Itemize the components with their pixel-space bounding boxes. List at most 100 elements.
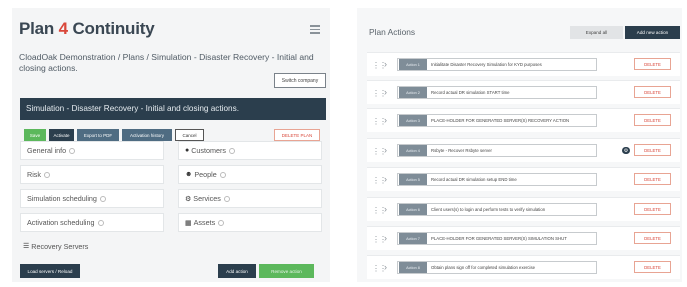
- app-root: Plan 4 Continuity CloadOak Demonstration…: [0, 0, 687, 287]
- chevron-right-icon[interactable]: ›: [384, 174, 387, 184]
- action-field[interactable]: Action 3 PLACE-HOLDER FOR GENERATED SERV…: [397, 114, 597, 127]
- customers-label: Customers: [191, 146, 226, 155]
- info-icon: [218, 219, 225, 226]
- services-label: Services: [193, 194, 221, 203]
- gear-icon[interactable]: ⚙: [622, 147, 630, 154]
- activation-scheduling-label: Activation scheduling: [27, 218, 95, 227]
- action-field[interactable]: Action 5 Record actual DR simulation set…: [397, 173, 597, 186]
- action-row: ⋮⋮ › Action 5 Record actual DR simulatio…: [367, 167, 680, 191]
- action-field[interactable]: Action 4 Rsbyte - Recover Rsbyte server: [397, 144, 597, 157]
- delete-action-button[interactable]: DELETE: [634, 173, 671, 185]
- people-label: People: [194, 170, 217, 179]
- recovery-servers-label: Recovery Servers: [31, 241, 89, 251]
- activation-history-button[interactable]: Activation history: [122, 129, 172, 141]
- expand-all-button[interactable]: Expand all: [570, 26, 623, 39]
- info-icon: [69, 147, 76, 154]
- action-number-tag: Action 2: [399, 87, 427, 98]
- export-pdf-button[interactable]: Export to PDF: [77, 129, 119, 141]
- action-number-tag: Action 8: [399, 262, 427, 273]
- assets-tile[interactable]: ▦ Assets: [178, 213, 322, 232]
- logo-prefix: Plan: [19, 19, 55, 38]
- customers-tile[interactable]: ● Customers: [178, 141, 322, 160]
- info-icon: [219, 171, 226, 178]
- delete-action-button[interactable]: DELETE: [634, 232, 671, 244]
- chevron-right-icon[interactable]: ›: [384, 87, 387, 97]
- action-row: ⋮⋮ › Action 2 Record actual DR simulatio…: [367, 80, 680, 104]
- action-description: Record actual DR simulation setup END ti…: [431, 177, 517, 182]
- action-row: ⋮⋮ › Action 3 PLACE-HOLDER FOR GENERATED…: [367, 108, 680, 132]
- action-row: ⋮⋮ › Action 6 Client users(s) to login a…: [367, 197, 680, 221]
- logo-suffix: Continuity: [72, 19, 155, 38]
- risk-tile[interactable]: Risk: [20, 165, 164, 184]
- recovery-servers-section[interactable]: ☰ Recovery Servers: [20, 237, 320, 255]
- action-number-tag: Action 1: [399, 59, 427, 70]
- general-info-label: General info: [27, 146, 67, 155]
- plan-actions-panel: Plan Actions Expand all Add new action ⋮…: [357, 8, 682, 282]
- delete-action-button[interactable]: DELETE: [634, 86, 671, 98]
- delete-action-button[interactable]: DELETE: [634, 261, 671, 273]
- map-marker-icon: ●: [185, 147, 190, 154]
- action-field[interactable]: Action 7 PLACE-HOLDER FOR GENERATED SERV…: [397, 232, 597, 245]
- delete-action-button[interactable]: DELETE: [634, 58, 671, 70]
- action-row: ⋮⋮ › Action 7 PLACE-HOLDER FOR GENERATED…: [367, 226, 680, 250]
- action-description: PLACE-HOLDER FOR GENERATED SERVER(S) SIM…: [431, 236, 567, 241]
- action-description: Record actual DR simulation START time: [431, 90, 510, 95]
- plan-toolbar: Save Activate Export to PDF Activation h…: [24, 129, 207, 141]
- building-icon: ▦: [185, 219, 192, 227]
- load-servers-button[interactable]: Load servers / Reload: [20, 264, 80, 278]
- activation-scheduling-tile[interactable]: Activation scheduling: [20, 213, 164, 232]
- chevron-right-icon[interactable]: ›: [384, 145, 387, 155]
- simulation-scheduling-label: Simulation scheduling: [27, 194, 97, 203]
- app-logo[interactable]: Plan 4 Continuity: [19, 19, 155, 39]
- simulation-header: Simulation - Disaster Recovery - Initial…: [20, 98, 326, 120]
- action-field[interactable]: Action 2 Record actual DR simulation STA…: [397, 86, 597, 99]
- action-field[interactable]: Action 1 Initialitate Disaster Recovery …: [397, 58, 597, 71]
- plan-actions-title: Plan Actions: [369, 27, 416, 37]
- delete-action-button[interactable]: DELETE: [634, 144, 671, 156]
- chevron-right-icon[interactable]: ›: [384, 115, 387, 125]
- chevron-right-icon[interactable]: ›: [384, 262, 387, 272]
- people-tile[interactable]: ☻ People: [178, 165, 322, 184]
- add-new-action-button[interactable]: Add new action: [625, 26, 680, 39]
- action-row: ⋮⋮ › Action 8 Obtain plans sign off for …: [367, 255, 680, 279]
- chevron-right-icon[interactable]: ›: [384, 59, 387, 69]
- hamburger-menu-icon[interactable]: [310, 25, 320, 36]
- remove-action-button[interactable]: Remove action: [259, 264, 314, 278]
- action-field[interactable]: Action 6 Client users(s) to login and pe…: [397, 203, 597, 216]
- save-button[interactable]: Save: [24, 129, 46, 141]
- delete-action-button[interactable]: DELETE: [634, 114, 671, 126]
- person-icon: ☻: [185, 171, 193, 178]
- action-description: Initialitate Disaster Recovery Simulatio…: [431, 62, 542, 67]
- chevron-right-icon[interactable]: ›: [384, 233, 387, 243]
- action-number-tag: Action 5: [399, 174, 427, 185]
- risk-label: Risk: [27, 170, 41, 179]
- info-icon: [223, 195, 230, 202]
- action-number-tag: Action 4: [399, 145, 427, 156]
- info-icon: [43, 171, 50, 178]
- activate-button[interactable]: Activate: [49, 129, 74, 141]
- action-description: Client users(s) to login and perform tes…: [431, 207, 546, 212]
- add-action-button[interactable]: Add action: [218, 264, 256, 278]
- delete-plan-button[interactable]: DELETE PLAN: [274, 129, 320, 141]
- server-icon: ☰: [23, 243, 30, 250]
- chevron-right-icon[interactable]: ›: [384, 204, 387, 214]
- general-info-tile[interactable]: General info: [20, 141, 164, 160]
- cancel-button[interactable]: Cancel: [175, 129, 204, 141]
- action-field[interactable]: Action 8 Obtain plans sign off for compl…: [397, 261, 597, 274]
- action-number-tag: Action 6: [399, 204, 427, 215]
- action-description: Obtain plans sign off for completed simu…: [431, 265, 536, 270]
- info-icon: [97, 219, 104, 226]
- delete-action-button[interactable]: DELETE: [634, 203, 671, 215]
- action-row: ⋮⋮ › Action 4 Rsbyte - Recover Rsbyte se…: [367, 138, 680, 162]
- services-tile[interactable]: ⚙ Services: [178, 189, 322, 208]
- action-description: PLACE-HOLDER FOR GENERATED SERVER(S) REC…: [431, 118, 570, 123]
- logo-number: 4: [58, 19, 68, 38]
- action-row: ⋮⋮ › Action 1 Initialitate Disaster Reco…: [367, 52, 680, 76]
- switch-company-button[interactable]: Switch company: [274, 73, 326, 88]
- breadcrumb[interactable]: CloadOak Demonstration / Plans / Simulat…: [19, 52, 329, 74]
- action-description: Rsbyte - Recover Rsbyte server: [431, 148, 492, 153]
- gear-icon: ⚙: [185, 195, 192, 203]
- simulation-scheduling-tile[interactable]: Simulation scheduling: [20, 189, 164, 208]
- action-number-tag: Action 3: [399, 115, 427, 126]
- info-icon: [228, 147, 235, 154]
